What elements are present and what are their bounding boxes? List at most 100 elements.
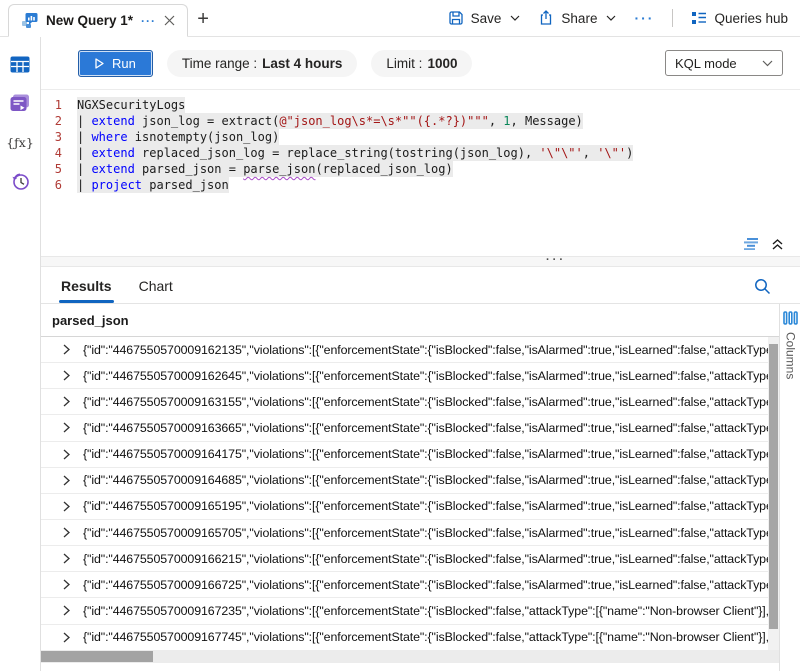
code-line[interactable]: 6| project parsed_json: [41, 177, 800, 193]
tab-more-icon[interactable]: ···: [141, 14, 156, 28]
share-button[interactable]: Share: [538, 10, 616, 26]
run-label: Run: [112, 56, 136, 71]
code-line[interactable]: 4| extend replaced_json_log = replace_st…: [41, 145, 800, 161]
tab-title: New Query 1*: [46, 13, 133, 28]
row-json-text: {"id":"4467550570009166215","violations"…: [83, 552, 768, 566]
row-json-text: {"id":"4467550570009164685","violations"…: [83, 473, 768, 487]
panel-splitter[interactable]: ···: [41, 256, 800, 267]
play-icon: [95, 58, 104, 69]
column-header-parsed-json[interactable]: parsed_json: [41, 304, 800, 337]
splitter-handle-icon[interactable]: ···: [546, 254, 566, 266]
code-line[interactable]: 5| extend parsed_json = parse_json(repla…: [41, 161, 800, 177]
expand-row-chevron-icon[interactable]: [63, 501, 70, 512]
more-actions-icon[interactable]: ···: [634, 10, 654, 26]
code-line[interactable]: 2| extend json_log = extract(@"json_log\…: [41, 113, 800, 129]
collapse-editor-icon[interactable]: [771, 237, 784, 250]
table-row[interactable]: {"id":"4467550570009163155","violations"…: [41, 389, 768, 415]
queries-hub-label: Queries hub: [714, 11, 788, 26]
query-mode-value: KQL mode: [675, 56, 737, 71]
tab-chart[interactable]: Chart: [139, 278, 173, 303]
save-icon: [448, 10, 464, 26]
chevron-down-icon: [510, 15, 520, 21]
row-json-text: {"id":"4467550570009165195","violations"…: [83, 499, 768, 513]
top-actions: Save Share ···: [448, 0, 800, 36]
vertical-scrollbar-thumb[interactable]: [769, 344, 778, 629]
tab-new-query[interactable]: New Query 1* ···: [8, 4, 188, 37]
code-text: | extend json_log = extract(@"json_log\s…: [77, 113, 583, 129]
grid-rows: {"id":"4467550570009162135","violations"…: [41, 337, 768, 650]
row-json-text: {"id":"4467550570009167745","violations"…: [83, 630, 768, 644]
table-row[interactable]: {"id":"4467550570009166725","violations"…: [41, 572, 768, 598]
table-row[interactable]: {"id":"4467550570009167745","violations"…: [41, 625, 768, 650]
table-row[interactable]: {"id":"4467550570009166215","violations"…: [41, 546, 768, 572]
query-format-icon[interactable]: [744, 238, 761, 250]
results-tabs: Results Chart: [41, 268, 800, 304]
table-row[interactable]: {"id":"4467550570009162135","violations"…: [41, 337, 768, 363]
line-number: 1: [41, 97, 77, 113]
row-json-text: {"id":"4467550570009166725","violations"…: [83, 578, 768, 592]
vertical-scrollbar[interactable]: [768, 337, 779, 650]
code-text: | project parsed_json: [77, 177, 229, 193]
main-panel: Run Time range : Last 4 hours Limit : 10…: [40, 37, 800, 671]
expand-row-chevron-icon[interactable]: [63, 396, 70, 407]
query-mode-select[interactable]: KQL mode: [665, 50, 783, 76]
code-line[interactable]: 1NGXSecurityLogs: [41, 97, 800, 113]
sidebar-item-tables[interactable]: [8, 52, 32, 76]
code-line[interactable]: 3| where isnotempty(json_log): [41, 129, 800, 145]
sidebar-item-queries[interactable]: [8, 91, 32, 115]
columns-side-panel[interactable]: Columns: [779, 304, 800, 671]
row-json-text: {"id":"4467550570009162135","violations"…: [83, 343, 768, 357]
table-row[interactable]: {"id":"4467550570009164685","violations"…: [41, 468, 768, 494]
search-icon[interactable]: [754, 278, 771, 295]
time-range-filter[interactable]: Time range : Last 4 hours: [167, 50, 358, 77]
columns-panel-label: Columns: [784, 332, 798, 379]
code-text: | extend replaced_json_log = replace_str…: [77, 145, 633, 161]
run-button[interactable]: Run: [78, 50, 153, 77]
queries-hub-button[interactable]: Queries hub: [691, 11, 788, 26]
time-range-value: Last 4 hours: [262, 56, 342, 71]
divider: [672, 9, 673, 27]
tab-close-icon[interactable]: [164, 15, 175, 26]
limit-label: Limit :: [386, 56, 422, 71]
column-header-label: parsed_json: [52, 313, 129, 328]
table-row[interactable]: {"id":"4467550570009165705","violations"…: [41, 520, 768, 546]
history-icon: [11, 172, 30, 191]
results-grid: parsed_json {"id":"4467550570009162135",…: [41, 304, 800, 671]
table-row[interactable]: {"id":"4467550570009167235","violations"…: [41, 598, 768, 624]
chevron-down-icon: [606, 15, 616, 21]
expand-row-chevron-icon[interactable]: [63, 422, 70, 433]
expand-row-chevron-icon[interactable]: [63, 344, 70, 355]
query-editor[interactable]: 1NGXSecurityLogs2| extend json_log = ext…: [41, 90, 800, 256]
expand-row-chevron-icon[interactable]: [63, 579, 70, 590]
code-text: NGXSecurityLogs: [77, 97, 185, 113]
expand-row-chevron-icon[interactable]: [63, 449, 70, 460]
expand-row-chevron-icon[interactable]: [63, 632, 70, 643]
expand-row-chevron-icon[interactable]: [63, 527, 70, 538]
sidebar-item-history[interactable]: [8, 169, 32, 193]
function-icon: {ƒx}: [6, 135, 34, 150]
expand-row-chevron-icon[interactable]: [63, 370, 70, 381]
code-text: | where isnotempty(json_log): [77, 129, 279, 145]
tab-results[interactable]: Results: [61, 278, 112, 303]
new-tab-button[interactable]: +: [188, 3, 218, 36]
query-toolbar: Run Time range : Last 4 hours Limit : 10…: [41, 37, 800, 90]
queries-hub-icon: [691, 11, 707, 25]
table-row[interactable]: {"id":"4467550570009164175","violations"…: [41, 442, 768, 468]
chevron-down-icon: [762, 60, 773, 67]
horizontal-scrollbar-thumb[interactable]: [41, 651, 153, 662]
columns-icon: [783, 311, 798, 325]
expand-row-chevron-icon[interactable]: [63, 553, 70, 564]
share-label: Share: [561, 11, 597, 26]
horizontal-scrollbar[interactable]: [41, 650, 779, 663]
share-icon: [538, 10, 554, 26]
expand-row-chevron-icon[interactable]: [63, 605, 70, 616]
line-number: 6: [41, 177, 77, 193]
limit-filter[interactable]: Limit : 1000: [371, 50, 472, 77]
table-row[interactable]: {"id":"4467550570009162645","violations"…: [41, 363, 768, 389]
save-label: Save: [471, 11, 502, 26]
table-row[interactable]: {"id":"4467550570009163665","violations"…: [41, 415, 768, 441]
save-button[interactable]: Save: [448, 10, 521, 26]
table-row[interactable]: {"id":"4467550570009165195","violations"…: [41, 494, 768, 520]
expand-row-chevron-icon[interactable]: [63, 475, 70, 486]
sidebar-item-functions[interactable]: {ƒx}: [8, 130, 32, 154]
